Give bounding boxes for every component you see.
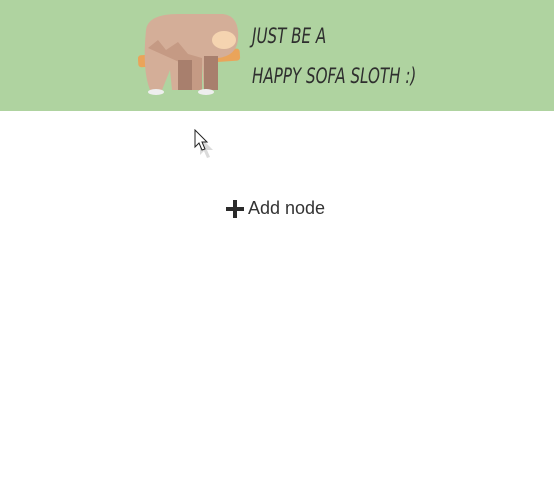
plus-icon (226, 199, 244, 218)
tagline-line-1: JUST BE A (252, 24, 327, 48)
mouse-cursor-icon (194, 129, 213, 158)
add-node-button[interactable]: Add node (226, 198, 325, 219)
sloth-logo-icon (138, 14, 241, 95)
add-node-label: Add node (248, 198, 326, 218)
tagline: JUST BE A HAPPY SOFA SLOTH :) (252, 16, 416, 96)
tagline-line-2: HAPPY SOFA SLOTH :) (252, 64, 417, 88)
header-banner: JUST BE A HAPPY SOFA SLOTH :) (0, 0, 554, 111)
